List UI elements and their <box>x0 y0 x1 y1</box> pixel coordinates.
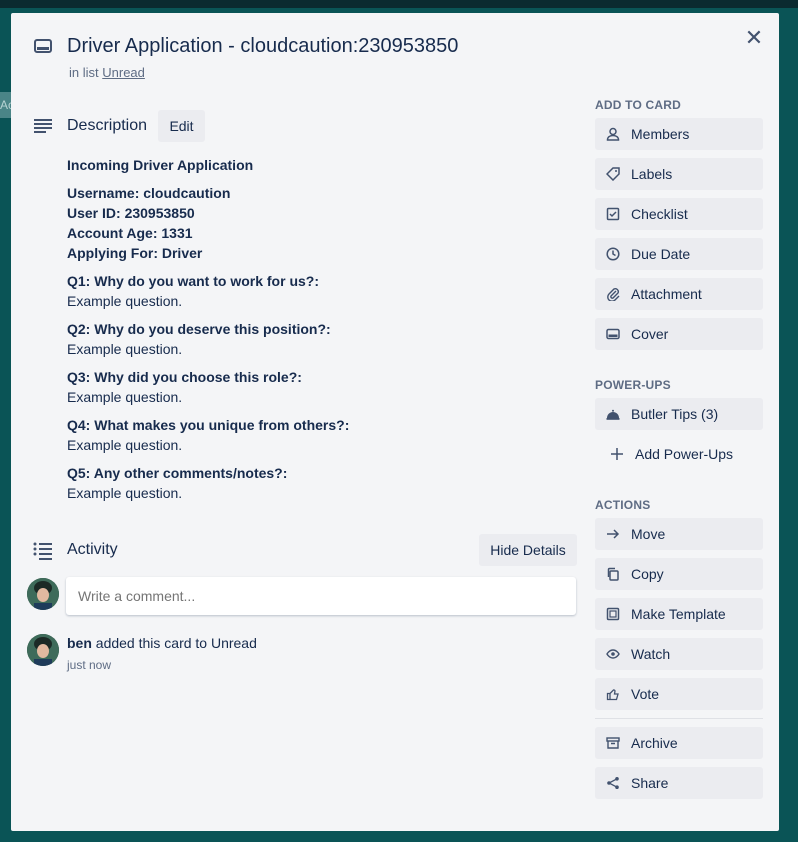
watch-button[interactable]: Watch <box>595 638 763 670</box>
desc-a5: Example question. <box>67 485 183 501</box>
comment-input[interactable] <box>66 577 576 615</box>
desc-intro: Incoming Driver Application <box>67 157 254 173</box>
arrow-right-icon <box>605 526 621 542</box>
checkbox-icon <box>605 206 621 222</box>
archive-label: Archive <box>631 735 678 751</box>
desc-a3: Example question. <box>67 389 183 405</box>
archive-button[interactable]: Archive <box>595 727 763 759</box>
avatar[interactable] <box>27 578 59 610</box>
archive-icon <box>605 735 621 751</box>
clock-icon <box>605 246 621 262</box>
desc-q4: Q4: What makes you unique from others?: <box>67 417 350 433</box>
members-button[interactable]: Members <box>595 118 763 150</box>
close-icon[interactable]: ✕ <box>743 27 765 49</box>
card-list-info: in list Unread <box>69 65 145 80</box>
desc-q2: Q2: Why do you deserve this position?: <box>67 321 331 337</box>
hide-details-button[interactable]: Hide Details <box>479 534 577 566</box>
avatar[interactable] <box>27 634 59 666</box>
due-date-button[interactable]: Due Date <box>595 238 763 270</box>
copy-button[interactable]: Copy <box>595 558 763 590</box>
share-button[interactable]: Share <box>595 767 763 799</box>
card-title[interactable]: Driver Application - cloudcaution:230953… <box>67 35 458 58</box>
bell-icon <box>605 406 621 422</box>
thumbs-up-icon <box>605 686 621 702</box>
add-power-ups-button[interactable]: Add Power-Ups <box>595 438 763 470</box>
desc-q1: Q1: Why do you want to work for us?: <box>67 273 319 289</box>
vote-label: Vote <box>631 686 660 702</box>
actions-divider <box>595 718 763 719</box>
description-body: Incoming Driver Application Username: cl… <box>67 155 567 503</box>
tag-icon <box>605 166 621 182</box>
cover-button[interactable]: Cover <box>595 318 763 350</box>
eye-icon <box>605 646 621 662</box>
power-ups-heading: Power-Ups <box>595 378 671 392</box>
butler-tips-label: Butler Tips (3) <box>631 406 719 422</box>
checklist-button[interactable]: Checklist <box>595 198 763 230</box>
desc-q5: Q5: Any other comments/notes?: <box>67 465 288 481</box>
template-icon <box>605 606 621 622</box>
make-template-label: Make Template <box>631 606 726 622</box>
labels-button[interactable]: Labels <box>595 158 763 190</box>
activity-text: added this card to Unread <box>95 635 257 651</box>
copy-label: Copy <box>631 566 664 582</box>
plus-icon <box>609 446 625 462</box>
due-date-label: Due Date <box>631 246 691 262</box>
members-label: Members <box>631 126 690 142</box>
attachment-label: Attachment <box>631 286 702 302</box>
labels-label: Labels <box>631 166 673 182</box>
desc-applying-for: Applying For: Driver <box>67 245 203 261</box>
desc-account-age: Account Age: 1331 <box>67 225 193 241</box>
move-label: Move <box>631 526 666 542</box>
board-top-bar <box>0 0 798 8</box>
activity-timestamp[interactable]: just now <box>67 658 111 672</box>
paperclip-icon <box>605 286 621 302</box>
add-power-ups-label: Add Power-Ups <box>635 446 734 462</box>
edit-description-button[interactable]: Edit <box>158 110 205 142</box>
checklist-label: Checklist <box>631 206 688 222</box>
cover-icon <box>605 326 621 342</box>
desc-a1: Example question. <box>67 293 183 309</box>
description-icon <box>34 119 52 133</box>
copy-icon <box>605 566 621 582</box>
desc-a2: Example question. <box>67 341 183 357</box>
activity-user[interactable]: ben <box>67 635 92 651</box>
attachment-button[interactable]: Attachment <box>595 278 763 310</box>
watch-label: Watch <box>631 646 671 662</box>
move-button[interactable]: Move <box>595 518 763 550</box>
share-icon <box>605 775 621 791</box>
activity-icon <box>33 542 52 560</box>
activity-heading: Activity <box>67 541 118 558</box>
card-icon <box>34 39 52 53</box>
card-detail-modal: ✕ Driver Application - cloudcaution:2309… <box>11 13 779 831</box>
add-to-card-heading: Add to card <box>595 98 681 112</box>
cover-label: Cover <box>631 326 669 342</box>
person-icon <box>605 126 621 142</box>
butler-tips-button[interactable]: Butler Tips (3) <box>595 398 763 430</box>
actions-heading: Actions <box>595 498 651 512</box>
share-label: Share <box>631 775 669 791</box>
desc-a4: Example question. <box>67 437 183 453</box>
desc-q3: Q3: Why did you choose this role?: <box>67 369 302 385</box>
activity-entry: ben added this card to Unread <box>67 635 257 651</box>
vote-button[interactable]: Vote <box>595 678 763 710</box>
desc-user-id: User ID: 230953850 <box>67 205 195 221</box>
desc-username: Username: cloudcaution <box>67 185 231 201</box>
make-template-button[interactable]: Make Template <box>595 598 763 630</box>
list-link[interactable]: Unread <box>102 65 145 80</box>
description-heading: Description <box>67 117 148 134</box>
in-list-prefix: in list <box>69 65 99 80</box>
